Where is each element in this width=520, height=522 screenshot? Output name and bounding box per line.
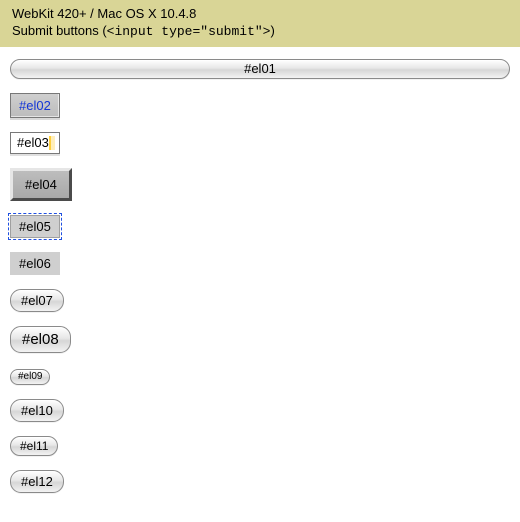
submit-el09[interactable]: #el09: [10, 369, 50, 385]
submit-el02[interactable]: #el02: [10, 93, 60, 118]
page-title-prefix: Submit buttons (: [12, 23, 107, 38]
submit-el11[interactable]: #el11: [10, 436, 58, 456]
user-agent-text: WebKit 420+ / Mac OS X 10.4.8: [12, 6, 508, 21]
submit-el05[interactable]: #el05: [10, 215, 60, 238]
submit-el07[interactable]: #el07: [10, 289, 64, 312]
submit-el01[interactable]: #el01: [10, 59, 510, 79]
submit-el04[interactable]: #el04: [10, 168, 72, 201]
text-caret-icon: [49, 136, 55, 150]
submit-el08[interactable]: #el08: [10, 326, 71, 353]
examples-container: #el01 #el02 #el03 #el04 #el05 #el06 #el0…: [0, 47, 520, 519]
submit-el06[interactable]: #el06: [10, 252, 60, 275]
submit-el10[interactable]: #el10: [10, 399, 64, 422]
page-title-suffix: ): [270, 23, 274, 38]
submit-el03[interactable]: #el03: [10, 132, 60, 154]
page-title: Submit buttons (<input type="submit">): [12, 23, 508, 39]
submit-el12[interactable]: #el12: [10, 470, 64, 493]
submit-el03-label: #el03: [17, 135, 49, 150]
page-title-code: <input type="submit">: [107, 24, 271, 39]
page-header: WebKit 420+ / Mac OS X 10.4.8 Submit but…: [0, 0, 520, 47]
